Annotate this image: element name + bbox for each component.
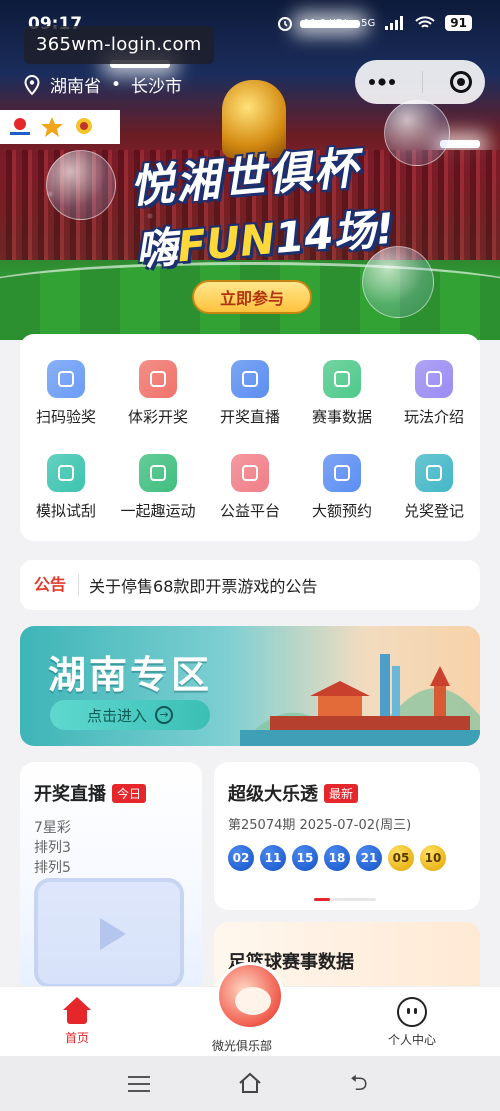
game-item: 排列5: [34, 860, 71, 876]
alarm-icon: [277, 17, 292, 31]
star-logo-icon: [41, 117, 63, 137]
front-ball: 21: [356, 845, 382, 871]
feature-item[interactable]: 玩法介绍: [388, 346, 480, 441]
landmark-skyline-icon: [240, 654, 480, 746]
location-selector[interactable]: 湖南省 • 长沙市: [24, 72, 182, 97]
front-ball: 11: [260, 845, 286, 871]
location-pin-icon: [24, 74, 40, 95]
live-draw-games: 7星彩 排列3 排列5: [34, 818, 202, 878]
miniprogram-capsule: [355, 60, 485, 104]
network-speed: 11.0 KB/s: [303, 17, 352, 29]
scan-icon: [47, 359, 85, 398]
sports-icon: [139, 454, 177, 493]
feature-label: 扫码验奖: [35, 407, 96, 426]
system-navigation-bar: ⮌: [0, 1056, 500, 1111]
live-draw-title: 开奖直播: [34, 784, 106, 805]
hero-title: 悦湘世俱杯 嗨FUN14场!: [127, 142, 397, 276]
tab-profile[interactable]: 个人中心: [388, 997, 436, 1048]
yuan-icon: [323, 454, 361, 493]
document-icon: [415, 359, 453, 398]
scratch-card-icon: [47, 454, 85, 493]
tab-home[interactable]: 首页: [62, 997, 92, 1046]
jersey-bubble: [384, 100, 450, 166]
lotto-balls: 02 11 15 18 21 05 10: [228, 845, 480, 871]
home-icon: [62, 997, 92, 1025]
feature-label: 一起趣运动: [120, 502, 196, 521]
football-association-logo-icon: [76, 118, 92, 134]
club-mascot-icon[interactable]: [216, 962, 284, 1030]
live-draw-card[interactable]: 开奖直播 今日 7星彩 排列3 排列5: [20, 762, 202, 992]
feature-label: 玩法介绍: [403, 407, 464, 426]
china-sports-lottery-logo-icon: [10, 118, 30, 135]
arrow-right-icon: →: [155, 706, 173, 724]
heart-icon: [231, 454, 269, 493]
feature-grid: 扫码验奖 体彩开奖 开奖直播 赛事数据 玩法介绍模拟试刮 一起趣运动 公益平台 大额预约 兑奖登…: [20, 334, 480, 541]
feature-label: 模拟试刮: [35, 502, 96, 521]
front-ball: 02: [228, 845, 254, 871]
carousel-indicator: [314, 898, 376, 901]
lottery-ball-icon: [139, 359, 177, 398]
lotto-result-card[interactable]: 超级大乐透 最新 第25074期 2025-07-02(周三) 02 11 15…: [214, 762, 480, 910]
register-icon: [415, 454, 453, 493]
game-item: 排列3: [34, 840, 71, 856]
ball-bubble: [46, 150, 116, 220]
feature-label: 大额预约: [311, 502, 372, 521]
join-button[interactable]: 立即参与: [192, 280, 312, 314]
feature-label: 兑奖登记: [403, 502, 464, 521]
tab-club[interactable]: 微光俱乐部: [212, 1037, 272, 1054]
location-city: 长沙市: [131, 77, 183, 97]
back-icon[interactable]: ⮌: [350, 1073, 368, 1095]
play-icon: [100, 918, 126, 950]
home-nav-icon[interactable]: [238, 1072, 262, 1094]
feature-item[interactable]: 兑奖登记: [388, 441, 480, 536]
tv-icon: [34, 878, 184, 988]
front-ball: 15: [292, 845, 318, 871]
more-options-icon[interactable]: [368, 78, 396, 86]
feature-item[interactable]: 公益平台: [204, 441, 296, 536]
latest-badge: 最新: [324, 783, 359, 803]
feature-label: 赛事数据: [311, 407, 372, 426]
hunan-zone-title: 湖南专区: [48, 653, 213, 697]
location-province: 湖南省: [50, 77, 101, 97]
feature-item[interactable]: 扫码验奖: [20, 346, 112, 441]
game-item: 7星彩: [34, 820, 71, 836]
front-ball: 18: [324, 845, 350, 871]
live-icon: [231, 359, 269, 398]
sponsor-logos: [0, 110, 120, 144]
feature-item[interactable]: 体彩开奖: [112, 346, 204, 441]
battery-level: 91: [445, 15, 472, 31]
close-miniprogram-icon[interactable]: [449, 71, 472, 93]
feature-label: 公益平台: [219, 502, 280, 521]
network-type: 5G: [361, 17, 376, 29]
url-watermark: 365wm-login.com: [24, 26, 214, 64]
wifi-icon: [415, 16, 435, 28]
announcement-text[interactable]: 关于停售68款即开票游戏的公告: [79, 573, 317, 597]
hunan-zone-banner[interactable]: 湖南专区 点击进入 →: [20, 626, 480, 746]
feature-label: 开奖直播: [219, 407, 280, 426]
announcement-bar[interactable]: 公告 关于停售68款即开票游戏的公告: [20, 560, 480, 610]
user-smile-icon: [397, 997, 427, 1027]
signal-icon: [385, 16, 404, 30]
feature-item[interactable]: 一起趣运动: [112, 441, 204, 536]
feature-item[interactable]: 大额预约: [296, 441, 388, 536]
chart-icon: [323, 359, 361, 398]
back-ball: 10: [420, 845, 446, 871]
recent-apps-icon[interactable]: [128, 1076, 150, 1092]
feature-item[interactable]: 模拟试刮: [20, 441, 112, 536]
feature-item[interactable]: 开奖直播: [204, 346, 296, 441]
lotto-title: 超级大乐透: [228, 784, 318, 805]
feature-label: 体彩开奖: [127, 407, 188, 426]
feature-item[interactable]: 赛事数据: [296, 346, 388, 441]
location-separator: •: [111, 74, 122, 95]
today-badge: 今日: [112, 783, 147, 803]
back-ball: 05: [388, 845, 414, 871]
announcement-tag: 公告: [20, 574, 80, 596]
lotto-issue: 第25074期 2025-07-02(周三): [228, 818, 412, 833]
enter-hunan-zone-button[interactable]: 点击进入 →: [50, 700, 210, 730]
